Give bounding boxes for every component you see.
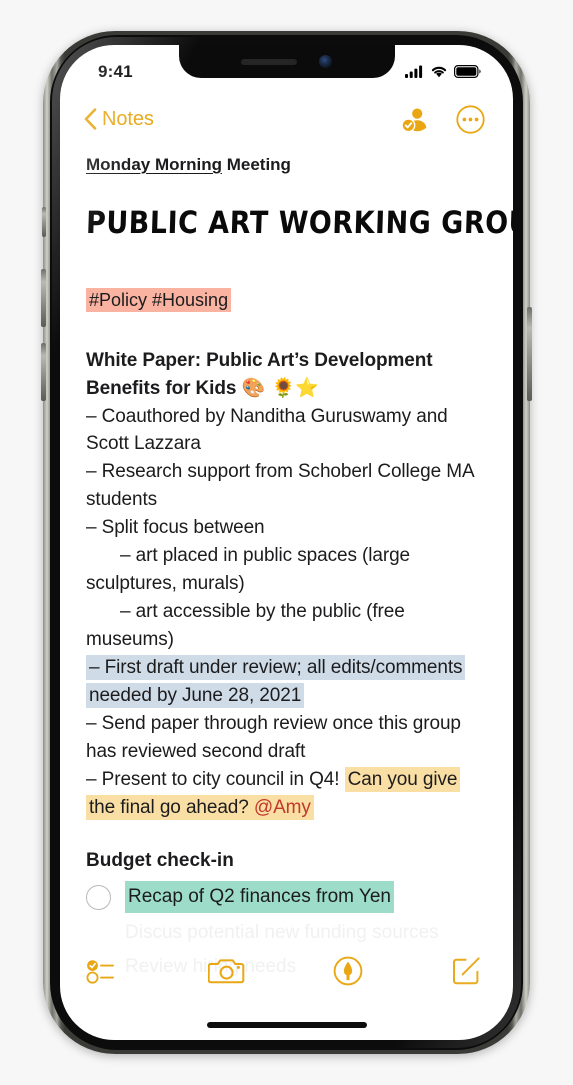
compose-icon	[452, 957, 480, 985]
markup-pen-icon	[333, 956, 363, 986]
note-subtitle: Monday Morning Meeting	[86, 154, 487, 176]
bullet-coauthored: – Coauthored by Nanditha Guruswamy and S…	[86, 405, 448, 455]
note-heading-line2: Benefits for Kids	[86, 377, 242, 399]
checkbox-unchecked-icon[interactable]	[86, 884, 111, 910]
nav-bar: Notes	[60, 92, 513, 146]
home-indicator[interactable]	[206, 1022, 367, 1028]
wifi-icon	[431, 66, 447, 78]
more-circle-icon[interactable]	[456, 104, 485, 134]
person-check-badge-icon[interactable]	[400, 104, 430, 134]
bullet-first-draft: – First draft under review; all edits/co…	[86, 654, 487, 710]
sub-bullet-public-spaces-text: – art placed in public spaces (large scu…	[86, 545, 411, 595]
note-subtitle-underlined: Monday Morning	[86, 155, 222, 174]
bullet-first-draft-highlight[interactable]: – First draft under review; all edits/co…	[86, 654, 466, 708]
compose-toolbar-button[interactable]	[451, 956, 481, 986]
note-heading-line1: White Paper: Public Art’s Development	[86, 349, 433, 371]
sub-bullet-accessible-text: – art accessible by the public (free mus…	[86, 601, 405, 650]
bullet-present-council: – Present to city council in Q4! Can you…	[86, 766, 487, 822]
phone-frame: 9:41 Notes Monday Morning Meeting PUBLIC…	[41, 31, 532, 1054]
camera-icon	[207, 959, 244, 984]
bullet-split-focus: – Split focus between	[86, 517, 265, 539]
note-content[interactable]: Monday Morning Meeting PUBLIC ART WORKIN…	[60, 146, 513, 981]
bullet-send-paper: – Send paper through review once this gr…	[86, 713, 461, 762]
bullet-present-plain: – Present to city council in Q4!	[86, 768, 345, 790]
note-title: PUBLIC ART WORKING GROUP	[85, 205, 513, 242]
back-button-label: Notes	[102, 107, 154, 130]
bottom-toolbar	[60, 948, 513, 994]
volume-up-button[interactable]	[41, 269, 46, 327]
camera-toolbar-button[interactable]	[207, 956, 246, 986]
tags-line: #Policy #Housing	[86, 287, 487, 314]
note-subtitle-rest: Meeting	[221, 155, 291, 174]
note-heading: White Paper: Public Art’s Development Ben…	[86, 347, 487, 403]
checklist-toolbar-button[interactable]	[86, 957, 120, 985]
heading-emoji: 🎨 🌻⭐	[241, 376, 319, 399]
battery-icon	[454, 65, 481, 78]
status-icons	[405, 65, 481, 78]
section-heading-budget: Budget check-in	[86, 850, 234, 872]
cellular-signal-icon	[405, 65, 423, 78]
bullet-research-support: – Research support from Schoberl College…	[86, 461, 474, 511]
sub-bullet-accessible: – art accessible by the public (free mus…	[86, 598, 487, 654]
sub-bullet-public-spaces: – art placed in public spaces (large scu…	[86, 542, 487, 598]
silent-switch-button[interactable]	[42, 207, 46, 237]
phone-screen: 9:41 Notes Monday Morning Meeting PUBLIC…	[60, 45, 513, 1040]
power-button[interactable]	[527, 307, 532, 401]
status-bar: 9:41	[60, 45, 513, 92]
volume-down-button[interactable]	[41, 343, 46, 401]
faded-line-funding: Discus potential new funding sources	[125, 922, 439, 944]
checklist-item-label: Recap of Q2 finances from Yen	[125, 881, 394, 914]
mention-amy[interactable]: @Amy	[254, 797, 311, 818]
tags-text[interactable]: #Policy #Housing	[86, 288, 232, 313]
checklist-icon	[86, 960, 114, 984]
status-time: 9:41	[98, 61, 133, 81]
chevron-left-icon	[84, 108, 97, 130]
checklist-item-recap[interactable]: Recap of Q2 finances from Yen	[86, 881, 487, 914]
nav-right-actions	[400, 104, 485, 134]
back-to-notes-button[interactable]: Notes	[84, 108, 154, 131]
markup-toolbar-button[interactable]	[333, 956, 363, 986]
